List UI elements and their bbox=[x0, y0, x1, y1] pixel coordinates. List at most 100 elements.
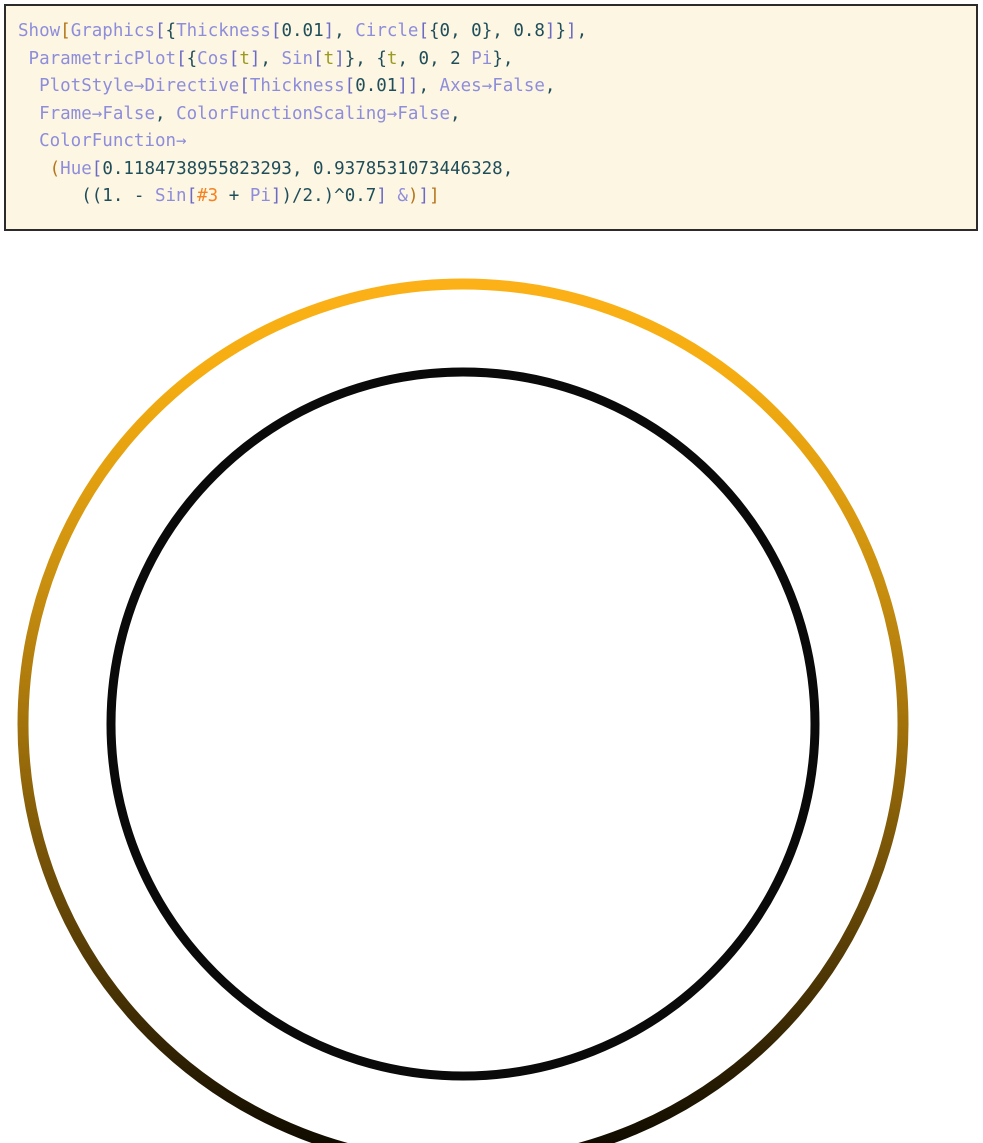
bracket-open-11: [ bbox=[186, 186, 198, 206]
token-colorfunction: ColorFunction bbox=[39, 131, 177, 151]
comma-12: , bbox=[450, 103, 461, 124]
caret-1: ^ bbox=[334, 186, 345, 206]
paren-close-2: ) bbox=[281, 186, 292, 206]
arrow-3: → bbox=[91, 103, 103, 124]
token-range-end-num: 2 bbox=[450, 48, 472, 69]
brace-close-2: } bbox=[344, 48, 356, 69]
token-frame: Frame bbox=[39, 103, 92, 124]
token-false-3: False bbox=[397, 103, 451, 124]
token-parametricplot: ParametricPlot bbox=[28, 48, 177, 69]
inner-black-circle bbox=[106, 367, 820, 1081]
arrow-4: → bbox=[386, 103, 398, 124]
token-one-decimal: 1. bbox=[102, 186, 124, 206]
plus-1: + bbox=[218, 186, 250, 206]
brace-close-1: } bbox=[555, 21, 567, 41]
comma-9: , bbox=[418, 76, 440, 96]
bracket-open-9: [ bbox=[344, 76, 356, 96]
bracket-open-2: [ bbox=[155, 21, 166, 41]
minus-1: - bbox=[123, 186, 155, 206]
token-circle-radius: 0.8 bbox=[513, 21, 545, 41]
bracket-close-4: ] bbox=[544, 21, 556, 41]
bracket-close-7: ] bbox=[334, 48, 345, 69]
space-1 bbox=[387, 186, 398, 206]
bracket-close-11: ] bbox=[270, 186, 282, 206]
token-cos: Cos bbox=[197, 48, 229, 69]
comma-1: , bbox=[334, 21, 356, 41]
token-hue-arg2: 0.9378531073446328 bbox=[313, 158, 503, 179]
code-line-1: Show[Graphics[{Thickness[0.01], Circle[{… bbox=[18, 18, 966, 46]
code-line-2: ParametricPlot[{Cos[t], Sin[t]}, {t, 0, … bbox=[18, 46, 966, 74]
token-circle-center: {0, 0} bbox=[429, 21, 493, 41]
divide-1: / bbox=[292, 186, 303, 206]
token-plotstyle: PlotStyle bbox=[39, 76, 134, 96]
bracket-close-9: ] bbox=[397, 76, 408, 96]
outer-parametric-circle bbox=[17, 278, 909, 1143]
token-circle: Circle bbox=[355, 21, 419, 41]
token-show: Show bbox=[18, 21, 61, 41]
token-hue-arg1: 0.1184738955823293 bbox=[102, 158, 292, 179]
paren-open-1: ( bbox=[49, 158, 61, 179]
code-line-7: ((1. - Sin[#3 + Pi])/2.)^0.7] &)]] bbox=[18, 183, 966, 211]
bracket-open-7: [ bbox=[313, 48, 324, 69]
paren-close-1: ) bbox=[407, 186, 419, 206]
comma-4: , bbox=[260, 48, 282, 69]
token-sin-2: Sin bbox=[154, 186, 187, 206]
token-directive: Directive bbox=[144, 76, 240, 96]
input-code-cell[interactable]: Show[Graphics[{Thickness[0.01], Circle[{… bbox=[4, 4, 978, 231]
token-pi: Pi bbox=[471, 48, 493, 69]
token-var-t-1: t bbox=[239, 48, 250, 69]
bracket-open-8: [ bbox=[239, 76, 250, 96]
token-false-2: False bbox=[102, 103, 155, 124]
code-line-5: ColorFunction→ bbox=[18, 128, 966, 156]
bracket-open-5: [ bbox=[176, 48, 187, 69]
paren-open-2: (( bbox=[81, 186, 103, 206]
comma-3: , bbox=[576, 21, 588, 41]
token-var-t-2: t bbox=[323, 48, 335, 69]
comma-8: , bbox=[502, 48, 514, 69]
bracket-open-6: [ bbox=[228, 48, 240, 69]
brace-open-1: { bbox=[165, 21, 177, 41]
code-line-3: PlotStyle→Directive[Thickness[0.01]], Ax… bbox=[18, 73, 966, 101]
concentric-circles-graphic bbox=[17, 278, 909, 1143]
comma-6: , bbox=[397, 48, 419, 69]
bracket-close-10: ] bbox=[376, 186, 387, 206]
comma-13: , bbox=[291, 158, 314, 179]
token-hue: Hue bbox=[60, 158, 92, 179]
bracket-open-4: [ bbox=[418, 21, 430, 41]
token-slot-3: #3 bbox=[197, 186, 219, 206]
token-function-amp: & bbox=[397, 186, 408, 206]
token-axes: Axes bbox=[439, 76, 482, 96]
comma-7: , bbox=[429, 48, 451, 69]
token-exponent: 0.7 bbox=[344, 186, 377, 206]
comma-10: , bbox=[544, 76, 556, 96]
token-thickness-1: Thickness bbox=[176, 21, 271, 41]
token-range-start: 0 bbox=[418, 48, 430, 69]
token-false-1: False bbox=[492, 76, 545, 96]
bracket-open-10: [ bbox=[91, 158, 103, 179]
token-pi-2: Pi bbox=[249, 186, 271, 206]
comma-2: , bbox=[492, 21, 514, 41]
token-thickness-2: Thickness bbox=[249, 76, 345, 96]
bracket-open-3: [ bbox=[270, 21, 282, 41]
paren-close-3: ) bbox=[323, 186, 335, 206]
bracket-close-5: ] bbox=[418, 186, 430, 206]
token-colorfunctionscaling: ColorFunctionScaling bbox=[176, 103, 387, 124]
code-line-4: Frame→False, ColorFunctionScaling→False, bbox=[18, 101, 966, 129]
brace-open-2: { bbox=[186, 48, 198, 69]
token-graphics: Graphics bbox=[70, 21, 155, 41]
token-two-decimal: 2. bbox=[302, 186, 324, 206]
token-thickness-value-1: 0.01 bbox=[281, 21, 324, 41]
comma-11: , bbox=[155, 103, 177, 124]
token-thickness-value-2: 0.01 bbox=[355, 76, 398, 96]
brace-close-3: } bbox=[492, 48, 503, 69]
bracket-close-1: ] bbox=[429, 186, 440, 206]
code-line-6: (Hue[0.1184738955823293, 0.9378531073446… bbox=[18, 156, 966, 184]
arrow-1: → bbox=[133, 76, 145, 96]
bracket-open-1: [ bbox=[60, 21, 71, 41]
bracket-close-2: ] bbox=[566, 21, 577, 41]
token-var-t-3: t bbox=[386, 48, 398, 69]
arrow-5: → bbox=[176, 131, 187, 151]
notebook-page: Show[Graphics[{Thickness[0.01], Circle[{… bbox=[0, 0, 983, 1143]
bracket-close-3: ] bbox=[323, 21, 335, 41]
arrow-2: → bbox=[481, 76, 493, 96]
